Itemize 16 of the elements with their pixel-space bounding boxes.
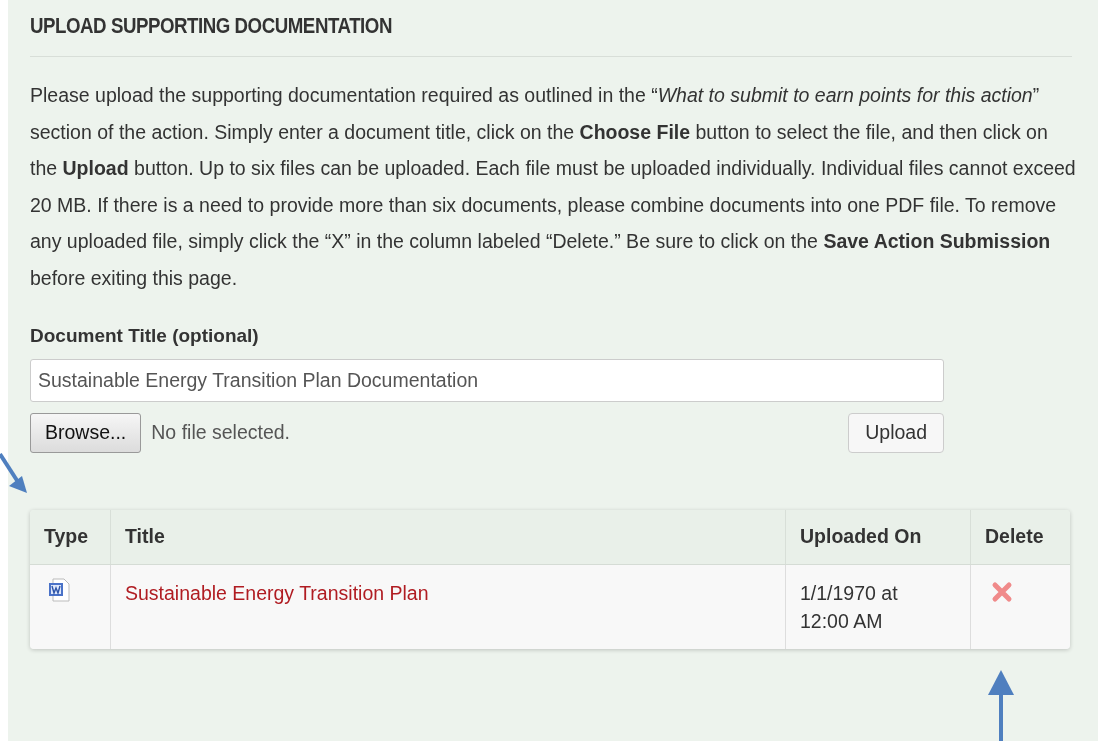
callout-arrow xyxy=(987,670,1015,741)
document-title-field[interactable]: Sustainable Energy Transition Plan Documentation xyxy=(30,358,944,402)
column-header: Delete xyxy=(985,523,1044,549)
upload-date: 1/1/1970 at 12:00 AM xyxy=(800,580,899,634)
upload-button[interactable]: Upload xyxy=(848,412,944,453)
instructions-paragraph: Please upload the supporting documentation required as outlined in the “What to submit to earn points for this action” section of the action. Simply enter a document title, click on the Choose File button to select the file, and then click on the Upload button. Up to six files can be uploaded. Each file must be uploaded individually. Individual files cannot exceed 20 MB. If there is a need to provide more than six documents, please combine documents into one PDF file. To remove any uploaded file, simply click the “X” in the column labeled “Delete.” Be sure to click on the Save Action Submission before exiting this page. xyxy=(30,83,1076,291)
column-header: Uploaded On xyxy=(800,523,922,549)
column-header: Title xyxy=(125,523,165,549)
document-link[interactable]: Sustainable Energy Transition Plan xyxy=(125,581,429,604)
callout-arrow xyxy=(0,452,28,494)
field-label: Document Title (optional) xyxy=(30,324,259,348)
section-title: UPLOAD SUPPORTING DOCUMENTATION xyxy=(30,12,392,40)
column-header: Type xyxy=(44,523,89,549)
delete-icon[interactable] xyxy=(991,580,1013,603)
file-status: No file selected. xyxy=(151,419,291,445)
browse-button[interactable]: Browse... xyxy=(30,412,142,453)
